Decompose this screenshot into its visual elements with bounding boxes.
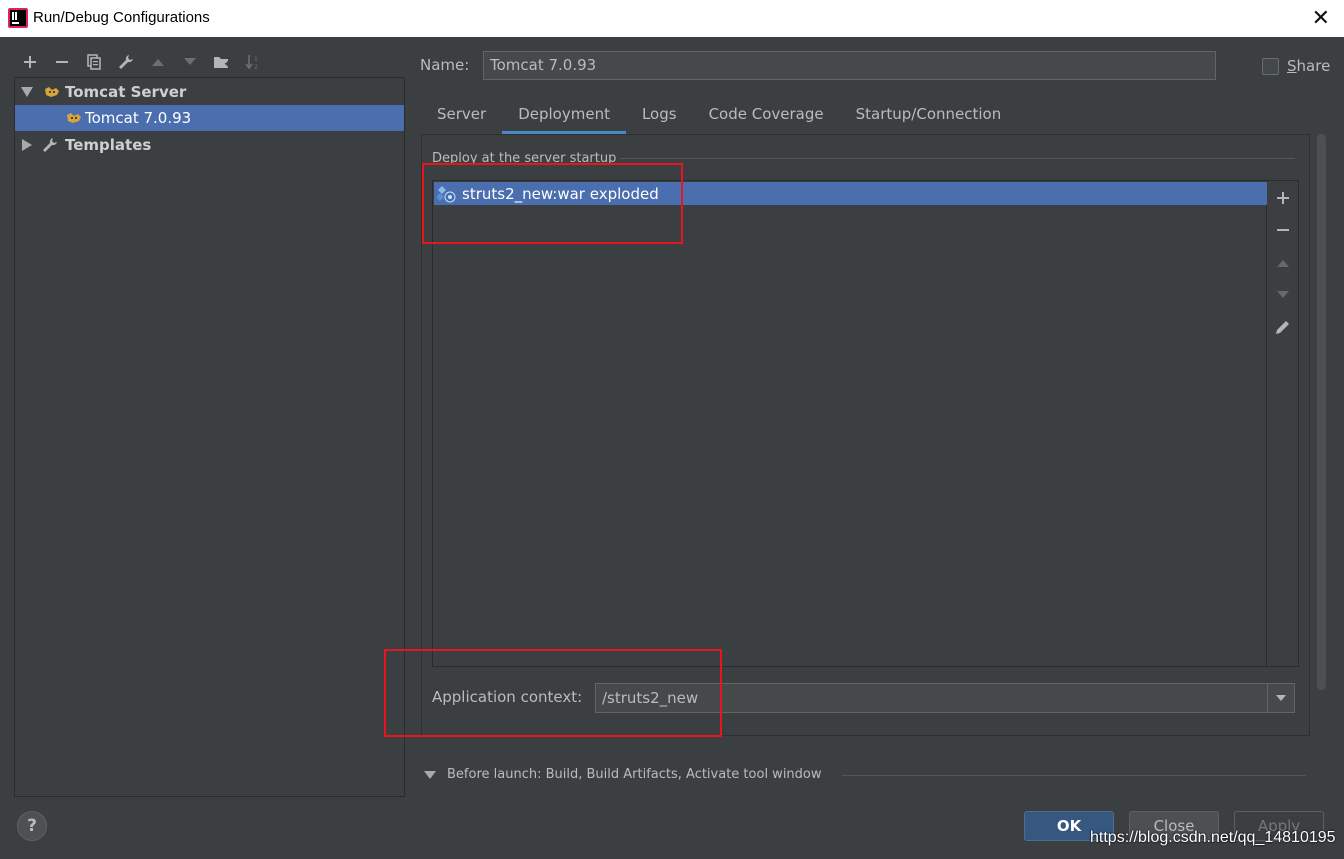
- move-up-button[interactable]: [1267, 248, 1299, 278]
- tree-group-tomcat-server[interactable]: Tomcat Server: [15, 79, 404, 105]
- pencil-icon: [1276, 321, 1289, 334]
- section-divider: [842, 775, 1306, 776]
- highlight-box-artifact: [422, 163, 683, 244]
- name-input[interactable]: Tomcat 7.0.93: [483, 51, 1216, 80]
- tab-code-coverage[interactable]: Code Coverage: [693, 94, 840, 134]
- deploy-side-toolbar: [1267, 180, 1299, 667]
- name-label: Name:: [420, 56, 470, 74]
- watermark-text: https://blog.csdn.net/qq_14810195: [1090, 829, 1336, 846]
- help-button[interactable]: ?: [17, 811, 47, 841]
- tree-group-label: Tomcat Server: [65, 83, 187, 101]
- tree-group-templates[interactable]: Templates: [15, 132, 404, 158]
- vertical-scrollbar[interactable]: [1317, 134, 1326, 690]
- tab-server[interactable]: Server: [421, 94, 502, 134]
- plus-icon[interactable]: [14, 48, 46, 76]
- window-title: Run/Debug Configurations: [33, 9, 210, 26]
- chevron-down-icon: [1276, 695, 1286, 701]
- folder-add-icon[interactable]: [206, 48, 238, 76]
- before-launch-section[interactable]: Before launch: Build, Build Artifacts, A…: [424, 767, 822, 782]
- sort-icon[interactable]: 12: [238, 48, 270, 76]
- edit-artifact-button[interactable]: [1267, 312, 1299, 342]
- tree-group-label: Templates: [65, 136, 152, 154]
- collapse-arrow-icon[interactable]: [22, 139, 32, 151]
- section-divider: [620, 158, 1295, 159]
- config-tabs: Server Deployment Logs Code Coverage Sta…: [421, 94, 1017, 134]
- plus-icon: [1277, 192, 1289, 204]
- expand-arrow-icon[interactable]: [21, 87, 33, 97]
- tomcat-icon: [45, 87, 59, 97]
- tree-item-tomcat-7[interactable]: Tomcat 7.0.93: [15, 105, 404, 131]
- title-bar: Run/Debug Configurations ✕: [0, 0, 1344, 37]
- window-close-icon[interactable]: ✕: [1312, 6, 1330, 31]
- tab-startup-connection[interactable]: Startup/Connection: [840, 94, 1018, 134]
- highlight-box-context: [384, 649, 722, 737]
- expand-arrow-icon: [424, 770, 436, 779]
- share-mnemonic: S: [1287, 57, 1297, 75]
- arrow-up-icon: [1277, 260, 1289, 267]
- minus-icon[interactable]: [46, 48, 78, 76]
- wrench-icon[interactable]: [110, 48, 142, 76]
- app-context-dropdown[interactable]: [1267, 683, 1295, 713]
- tab-logs[interactable]: Logs: [626, 94, 693, 134]
- config-tree: Tomcat Server Tomcat 7.0.93 Templates: [14, 77, 405, 797]
- svg-text:1: 1: [254, 56, 258, 63]
- minus-icon: [1277, 229, 1289, 231]
- add-artifact-button[interactable]: [1267, 183, 1299, 213]
- arrow-down-icon[interactable]: [174, 48, 206, 76]
- deploy-list[interactable]: struts2_new:war exploded: [432, 180, 1267, 667]
- svg-text:2: 2: [254, 64, 258, 70]
- tab-deployment[interactable]: Deployment: [502, 94, 626, 134]
- share-label[interactable]: Share: [1287, 57, 1330, 75]
- arrow-up-icon[interactable]: [142, 48, 174, 76]
- config-toolbar: 12: [14, 48, 270, 76]
- copy-icon[interactable]: [78, 48, 110, 76]
- move-down-button[interactable]: [1267, 280, 1299, 310]
- share-label-rest: hare: [1296, 57, 1331, 75]
- arrow-down-icon: [1277, 291, 1289, 298]
- share-checkbox[interactable]: [1262, 58, 1279, 75]
- tree-item-label: Tomcat 7.0.93: [85, 109, 192, 127]
- wrench-icon: [43, 138, 57, 152]
- tomcat-icon: [67, 113, 81, 123]
- remove-artifact-button[interactable]: [1267, 215, 1299, 245]
- before-launch-label: Before launch: Build, Build Artifacts, A…: [447, 767, 822, 782]
- intellij-app-icon: [8, 8, 28, 28]
